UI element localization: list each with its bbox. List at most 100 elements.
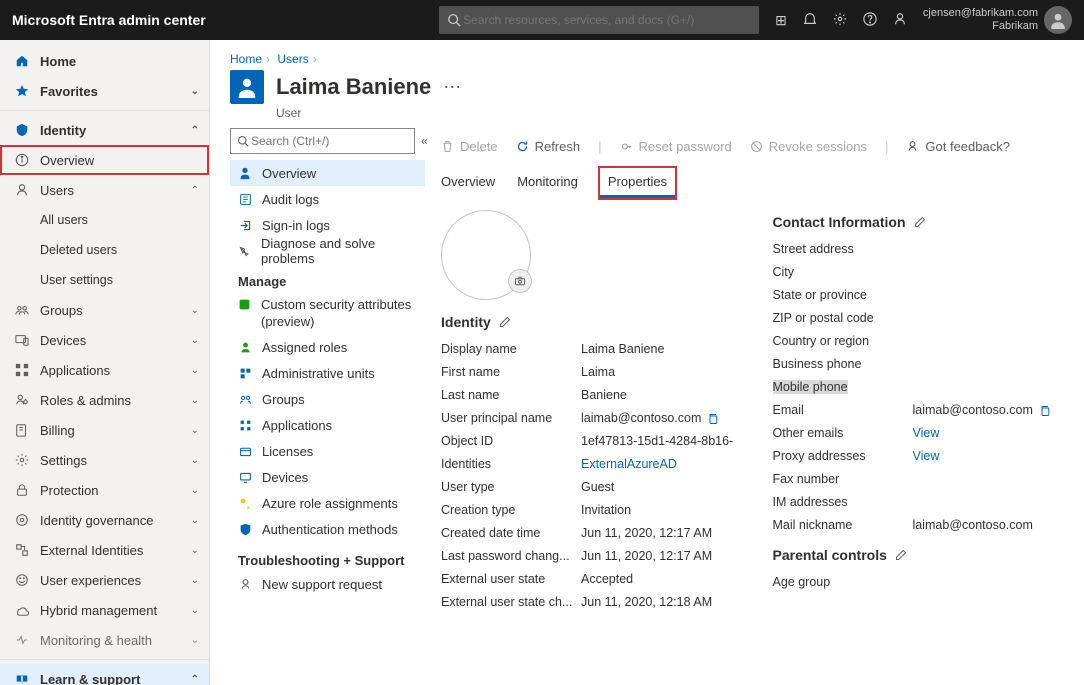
resource-item-signin-logs[interactable]: Sign-in logs [230,212,425,238]
breadcrumb-home[interactable]: Home [230,52,262,66]
sidebar-item-monitoring[interactable]: Monitoring & health⌄ [0,625,209,655]
edit-contact-icon[interactable] [914,216,926,228]
sidebar-item-groups[interactable]: Groups⌄ [0,295,209,325]
sidebar-item-favorites[interactable]: Favorites ⌄ [0,76,209,106]
value-creation-type: Invitation [581,499,733,522]
resource-section-manage: Manage [238,274,425,289]
key-icon [238,497,252,511]
resource-item-audit-logs[interactable]: Audit logs [230,186,425,212]
resource-search[interactable] [230,128,415,154]
sidebar-item-applications[interactable]: Applications⌄ [0,355,209,385]
sidebar-item-devices[interactable]: Devices⌄ [0,325,209,355]
sidebar-item-settings[interactable]: Settings⌄ [0,445,209,475]
value-ext-state: Accepted [581,568,733,591]
help-icon[interactable] [863,12,877,29]
person-icon [14,183,30,197]
sidebar-item-home[interactable]: Home [0,46,209,76]
resource-item-applications[interactable]: Applications [230,413,425,439]
edit-identity-icon[interactable] [499,316,511,328]
breadcrumb-users[interactable]: Users [277,52,308,66]
user-avatar-icon [230,70,264,104]
refresh-button[interactable]: Refresh [516,139,581,154]
value-display-name: Laima Baniene [581,338,733,361]
devices-icon [14,333,30,347]
copy-upn-icon[interactable] [707,413,719,425]
value-last-name: Baniene [581,384,733,407]
more-icon[interactable]: ⋯ [443,77,461,98]
edit-parental-icon[interactable] [895,549,907,561]
notifications-icon[interactable] [803,12,817,29]
account-info[interactable]: cjensen@fabrikam.com Fabrikam [923,7,1038,33]
sidebar-item-hybrid[interactable]: Hybrid management⌄ [0,595,209,625]
settings-icon[interactable] [833,12,847,29]
breadcrumb: Home› Users› [230,52,1064,66]
resource-item-overview[interactable]: Overview [230,160,425,186]
resource-item-auth-methods[interactable]: Authentication methods [230,517,425,543]
sidebar-item-deleted-users[interactable]: Deleted users [0,235,209,265]
support-icon [238,578,252,592]
feedback-icon[interactable] [893,12,907,29]
avatar[interactable] [1044,6,1072,34]
reset-password-button[interactable]: Reset password [620,139,732,154]
sidebar-item-user-experiences[interactable]: User experiences⌄ [0,565,209,595]
shield-icon [238,523,252,537]
chevron-down-icon: ⌄ [191,305,199,316]
tab-properties[interactable]: Properties [600,168,675,198]
link-other-emails[interactable]: View [913,422,1065,445]
global-search[interactable] [439,6,759,34]
revoke-sessions-button[interactable]: Revoke sessions [750,139,867,154]
sidebar-item-protection[interactable]: Protection⌄ [0,475,209,505]
resource-item-diagnose[interactable]: Diagnose and solve problems [230,238,425,264]
profile-photo[interactable] [441,210,531,300]
monitor-icon [14,633,30,647]
resource-item-groups[interactable]: Groups [230,387,425,413]
learn-icon [14,672,30,685]
resource-item-devices[interactable]: Devices [230,465,425,491]
global-search-input[interactable] [461,12,751,28]
search-icon [447,13,461,27]
chevron-down-icon: ⌄ [191,425,199,436]
value-created: Jun 11, 2020, 12:17 AM [581,522,733,545]
copilot-icon[interactable]: ⊞ [775,12,787,29]
link-proxy-addresses[interactable]: View [913,445,1065,468]
chevron-down-icon: ⌄ [191,515,199,526]
feedback-button[interactable]: Got feedback? [906,139,1010,154]
section-parental: Parental controls [773,547,1065,563]
groups-icon [238,393,252,407]
copy-email-icon[interactable] [1039,405,1051,417]
resource-item-custom-sec[interactable]: Custom security attributes (preview) [230,293,425,335]
sidebar-item-all-users[interactable]: All users [0,205,209,235]
sidebar-item-external-identities[interactable]: External Identities⌄ [0,535,209,565]
resource-item-azure-roles[interactable]: Azure role assignments [230,491,425,517]
resource-search-input[interactable] [249,133,408,149]
info-icon [14,153,30,167]
resource-item-admin-units[interactable]: Administrative units [230,361,425,387]
sidebar: Home Favorites ⌄ Identity ⌃ Overview Use… [0,40,210,685]
delete-button[interactable]: Delete [441,139,498,154]
groups-icon [14,303,30,317]
chevron-up-icon: ⌃ [191,674,199,685]
value-email: laimab@contoso.com [913,399,1065,422]
value-identities[interactable]: ExternalAzureAD [581,453,733,476]
sidebar-item-identity[interactable]: Identity ⌃ [0,115,209,145]
tab-monitoring[interactable]: Monitoring [517,168,578,198]
chevron-down-icon: ⌄ [191,86,199,97]
sidebar-item-identity-governance[interactable]: Identity governance⌄ [0,505,209,535]
sidebar-item-learn-support[interactable]: Learn & support ⌃ [0,664,209,685]
sidebar-item-users[interactable]: Users ⌃ [0,175,209,205]
billing-icon [14,423,30,437]
account-org: Fabrikam [923,20,1038,33]
sidebar-item-billing[interactable]: Billing⌄ [0,415,209,445]
sidebar-item-overview[interactable]: Overview [0,145,209,175]
resource-item-assigned-roles[interactable]: Assigned roles [230,335,425,361]
camera-icon[interactable] [508,269,532,293]
sidebar-item-roles-admins[interactable]: Roles & admins⌄ [0,385,209,415]
tab-overview[interactable]: Overview [441,168,495,198]
resource-item-new-support[interactable]: New support request [230,572,425,598]
admin-units-icon [238,367,252,381]
person-icon [238,166,252,180]
diagnose-icon [238,244,251,258]
value-object-id: 1ef47813-15d1-4284-8b16-174... [581,430,733,453]
sidebar-item-user-settings[interactable]: User settings [0,265,209,295]
resource-item-licenses[interactable]: Licenses [230,439,425,465]
